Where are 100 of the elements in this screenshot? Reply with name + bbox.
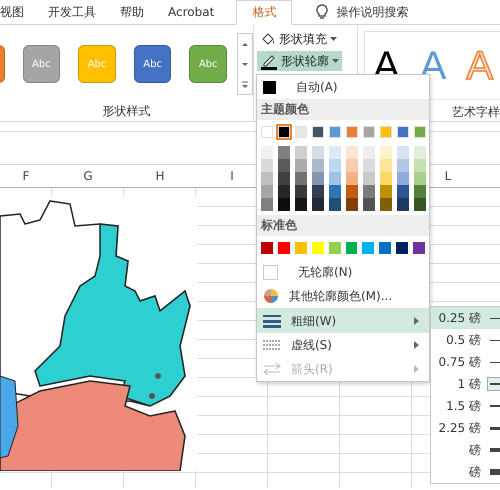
color-swatch[interactable] bbox=[328, 242, 341, 254]
color-swatch[interactable] bbox=[312, 126, 324, 138]
menu-item[interactable]: 1.5 磅 bbox=[431, 395, 500, 417]
color-swatch[interactable] bbox=[380, 126, 392, 138]
shape-outline-button[interactable]: 形状轮廓 bbox=[257, 51, 342, 71]
menu-item[interactable]: 虚线(S) bbox=[257, 333, 429, 357]
color-swatch[interactable] bbox=[397, 146, 409, 159]
color-swatch[interactable] bbox=[346, 198, 358, 211]
color-swatch[interactable] bbox=[278, 172, 290, 185]
color-swatch[interactable] bbox=[397, 126, 409, 138]
color-swatch[interactable] bbox=[362, 242, 374, 254]
color-swatch[interactable] bbox=[261, 198, 273, 211]
color-swatch[interactable] bbox=[261, 185, 273, 198]
menu-item[interactable]: 0.5 磅 bbox=[431, 329, 500, 351]
caret-icon bbox=[332, 58, 339, 64]
color-swatch[interactable] bbox=[261, 126, 273, 138]
color-swatch[interactable] bbox=[278, 146, 290, 159]
color-swatch[interactable] bbox=[346, 172, 358, 185]
color-swatch[interactable] bbox=[295, 198, 307, 211]
color-swatch[interactable] bbox=[295, 126, 307, 138]
color-swatch[interactable] bbox=[414, 185, 426, 198]
section-header: 主题颜色 bbox=[257, 99, 429, 120]
color-swatch[interactable] bbox=[329, 198, 341, 211]
color-swatch[interactable] bbox=[346, 242, 358, 254]
color-swatch[interactable] bbox=[414, 126, 426, 138]
menu-item[interactable]: 0.25 磅 bbox=[431, 307, 500, 329]
color-swatch[interactable] bbox=[379, 242, 392, 254]
color-swatch[interactable] bbox=[414, 172, 426, 185]
color-swatch[interactable] bbox=[396, 242, 408, 254]
color-swatch[interactable] bbox=[278, 242, 290, 254]
color-swatch[interactable] bbox=[363, 126, 375, 138]
color-swatch[interactable] bbox=[380, 198, 392, 211]
menu-item[interactable]: 2.25 磅 bbox=[431, 417, 500, 439]
color-swatch[interactable] bbox=[329, 146, 341, 159]
color-swatch[interactable] bbox=[346, 185, 358, 198]
color-swatch[interactable] bbox=[295, 146, 307, 159]
color-swatch[interactable] bbox=[397, 159, 409, 172]
color-swatch[interactable] bbox=[278, 185, 290, 198]
shape-fill-button[interactable]: 形状填充 bbox=[257, 29, 340, 49]
color-swatch[interactable] bbox=[295, 159, 307, 172]
color-swatch[interactable] bbox=[380, 159, 392, 172]
menu-item[interactable]: 自动(A) bbox=[257, 75, 429, 99]
color-swatch[interactable] bbox=[363, 159, 375, 172]
ribbon-tab[interactable]: 视图 bbox=[0, 0, 36, 24]
color-swatch[interactable] bbox=[312, 242, 324, 254]
menu-item[interactable]: 0.75 磅 bbox=[431, 351, 500, 373]
color-swatch[interactable] bbox=[261, 146, 273, 159]
ribbon-tab[interactable]: Acrobat bbox=[156, 0, 226, 24]
color-swatch[interactable] bbox=[397, 198, 409, 211]
color-swatch[interactable] bbox=[329, 159, 341, 172]
color-swatch[interactable] bbox=[312, 159, 324, 172]
ribbon-tab[interactable]: 开发工具 bbox=[36, 0, 108, 24]
color-swatch[interactable] bbox=[397, 185, 409, 198]
menu-item[interactable]: 无轮廓(N) bbox=[257, 260, 429, 284]
menu-item[interactable]: 磅 bbox=[431, 439, 500, 461]
arrows-icon bbox=[263, 362, 281, 376]
color-swatch[interactable] bbox=[380, 185, 392, 198]
color-swatch[interactable] bbox=[278, 159, 290, 172]
color-swatch[interactable] bbox=[380, 172, 392, 185]
ribbon-tab[interactable]: 格式 bbox=[236, 0, 292, 25]
column-header[interactable]: H bbox=[124, 165, 196, 187]
menu-item[interactable]: 1 磅 bbox=[431, 373, 500, 395]
submenu-arrow-icon bbox=[414, 317, 419, 325]
color-swatch[interactable] bbox=[261, 159, 273, 172]
column-header[interactable]: G bbox=[52, 165, 124, 187]
color-swatch[interactable] bbox=[312, 146, 324, 159]
color-swatch[interactable] bbox=[363, 146, 375, 159]
color-swatch[interactable] bbox=[278, 126, 290, 138]
color-swatch[interactable] bbox=[363, 185, 375, 198]
color-swatch[interactable] bbox=[413, 242, 426, 254]
color-swatch[interactable] bbox=[346, 146, 358, 159]
color-swatch[interactable] bbox=[346, 159, 358, 172]
shape-style-swatch[interactable]: Abc bbox=[134, 45, 172, 83]
color-swatch[interactable] bbox=[380, 146, 392, 159]
color-swatch[interactable] bbox=[295, 172, 307, 185]
color-swatch[interactable] bbox=[329, 126, 341, 138]
color-swatch[interactable] bbox=[346, 126, 358, 138]
color-swatch[interactable] bbox=[414, 146, 426, 159]
color-swatch[interactable] bbox=[312, 185, 324, 198]
color-swatch[interactable] bbox=[261, 242, 273, 254]
menu-item[interactable]: 粗细(W) bbox=[257, 309, 429, 333]
swatch-icon bbox=[263, 80, 276, 94]
ribbon-tab[interactable]: 帮助 bbox=[108, 0, 156, 24]
color-swatch[interactable] bbox=[363, 172, 375, 185]
color-swatch[interactable] bbox=[294, 242, 307, 254]
color-swatch[interactable] bbox=[295, 185, 307, 198]
color-swatch[interactable] bbox=[329, 172, 341, 185]
menu-item[interactable]: 磅 bbox=[431, 461, 500, 483]
color-swatch[interactable] bbox=[363, 198, 375, 211]
color-swatch[interactable] bbox=[278, 198, 290, 211]
color-swatch[interactable] bbox=[329, 185, 341, 198]
color-swatch[interactable] bbox=[397, 172, 409, 185]
column-header[interactable]: F bbox=[0, 165, 52, 187]
color-swatch[interactable] bbox=[261, 172, 273, 185]
gallery-scroller[interactable] bbox=[236, 33, 253, 95]
color-swatch[interactable] bbox=[312, 198, 324, 211]
color-swatch[interactable] bbox=[414, 159, 426, 172]
color-swatch[interactable] bbox=[414, 198, 426, 211]
search-hint[interactable]: 操作说明搜索 bbox=[336, 4, 408, 20]
color-swatch[interactable] bbox=[312, 172, 324, 185]
